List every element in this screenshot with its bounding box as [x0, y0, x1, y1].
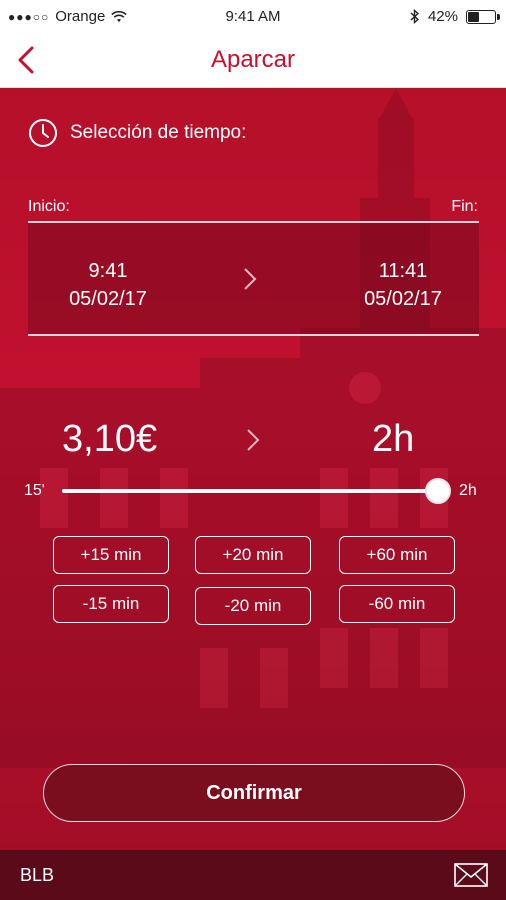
- slider-max-label: 2h: [459, 482, 477, 499]
- price-value: 3,10€: [62, 418, 158, 460]
- end-time-block[interactable]: 11:41 05/02/17: [323, 257, 483, 313]
- status-right: 42%: [410, 8, 500, 25]
- time-range-box[interactable]: 9:41 05/02/17 11:41 05/02/17: [28, 221, 479, 336]
- page-title: Aparcar: [210, 46, 296, 73]
- slider-fill: [62, 489, 438, 493]
- duration-slider[interactable]: [62, 478, 451, 504]
- duration-value: 2h: [372, 418, 415, 460]
- start-date: 05/02/17: [69, 288, 147, 310]
- end-time: 11:41: [378, 260, 428, 282]
- slider-min-label: 15': [24, 482, 45, 499]
- battery-icon: [466, 9, 500, 24]
- time-selection-heading: Selección de tiempo:: [28, 118, 246, 148]
- battery-fill: [468, 11, 479, 22]
- end-date: 05/02/17: [364, 288, 442, 310]
- confirm-button[interactable]: Confirmar: [43, 764, 465, 822]
- bluetooth-icon: [410, 9, 420, 24]
- time-selection-label: Selección de tiempo:: [70, 122, 247, 143]
- end-label: Fin:: [451, 198, 478, 215]
- footer-label: BLB: [20, 865, 55, 885]
- minus-15-min-button[interactable]: -15 min: [53, 585, 169, 623]
- main-content: Selección de tiempo: Inicio: Fin: 9:41 0…: [0, 88, 506, 850]
- chevron-right-icon: [244, 268, 257, 290]
- status-bar: ●●●○○ Orange 9:41 AM 42%: [0, 0, 506, 34]
- minus-60-min-button[interactable]: -60 min: [339, 585, 455, 623]
- chevron-right-icon: [247, 429, 260, 451]
- nav-bar: Aparcar: [0, 34, 506, 88]
- slider-thumb[interactable]: [425, 478, 451, 504]
- plus-20-min-button[interactable]: +20 min: [195, 536, 311, 574]
- city-hall-background: [0, 88, 506, 768]
- start-time: 9:41: [88, 260, 128, 282]
- start-time-block[interactable]: 9:41 05/02/17: [28, 257, 188, 313]
- minus-20-min-button[interactable]: -20 min: [195, 587, 311, 625]
- battery-percent: 42%: [427, 8, 458, 25]
- clock-icon: [29, 119, 57, 147]
- plus-60-min-button[interactable]: +60 min: [339, 536, 455, 574]
- footer-bar: BLB: [0, 850, 506, 900]
- plus-15-min-button[interactable]: +15 min: [53, 536, 169, 574]
- mail-icon[interactable]: [454, 863, 488, 887]
- start-label: Inicio:: [28, 198, 70, 215]
